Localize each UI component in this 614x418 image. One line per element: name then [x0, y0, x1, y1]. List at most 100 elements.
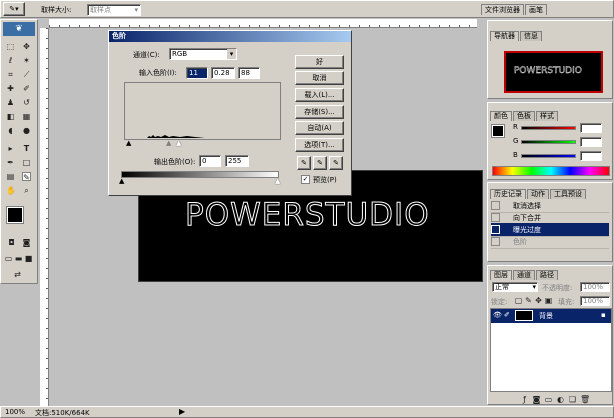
channel-g-slider[interactable] — [521, 140, 576, 144]
ok-button[interactable]: 好 — [295, 55, 344, 69]
sample-size-select[interactable]: 取样点 ▾ — [87, 4, 141, 16]
layers-panel-tabs: 图层 通道 路径 — [490, 270, 559, 280]
history-brush-source-icon[interactable] — [491, 201, 500, 210]
move-tool-icon[interactable]: ✥ — [22, 42, 31, 51]
foreground-color-swatch[interactable] — [6, 206, 24, 224]
blend-mode-select[interactable]: 正常 ▾ — [492, 282, 538, 292]
imageready-jump-icon[interactable]: ⇄ — [13, 270, 22, 279]
eyedropper-tool-icon[interactable]: ✎ — [22, 172, 31, 182]
screen-mode-standard-icon[interactable]: ▭ — [4, 254, 13, 263]
output-black-slider[interactable]: ▲ — [119, 178, 124, 185]
type-tool-icon[interactable]: T — [22, 144, 31, 153]
gamma-slider[interactable]: ▲ — [166, 140, 171, 147]
preview-checkbox[interactable]: ✓ — [301, 175, 310, 184]
channel-b-value[interactable] — [580, 151, 602, 161]
tab-swatches[interactable]: 色板 — [513, 111, 535, 121]
shape-tool-icon[interactable]: □ — [22, 158, 31, 167]
screen-mode-black-icon[interactable]: ■ — [24, 254, 33, 263]
lock-all-icon[interactable]: ▣ — [544, 296, 553, 305]
brush-tool-icon[interactable]: ✐ — [22, 84, 31, 93]
white-eyedropper-button[interactable]: ✎ — [329, 156, 343, 170]
black-point-slider[interactable]: ▲ — [126, 140, 131, 147]
tab-actions[interactable]: 动作 — [527, 189, 549, 199]
history-brush-source-icon[interactable] — [491, 237, 500, 246]
layer-mask-icon[interactable]: ◙ — [532, 395, 541, 404]
history-brush-tool-icon[interactable]: ↺ — [22, 98, 31, 107]
output-white-slider[interactable]: ▲ — [275, 178, 280, 185]
save-button[interactable]: 存储(S)... — [295, 105, 344, 119]
white-point-slider[interactable]: ▲ — [176, 140, 181, 147]
cancel-button[interactable]: 取消 — [295, 71, 344, 85]
zoom-tool-icon[interactable]: ⌕ — [22, 186, 31, 195]
path-select-tool-icon[interactable]: ▸ — [6, 144, 15, 153]
zoom-level[interactable]: 100% — [5, 408, 25, 416]
tab-file-browser[interactable]: 文件浏览器 — [481, 4, 524, 15]
lock-position-icon[interactable]: ✥ — [534, 296, 543, 305]
color-foreground-swatch[interactable] — [491, 124, 505, 138]
color-spectrum-bar[interactable] — [492, 166, 610, 176]
input-level-black[interactable]: 11 — [186, 67, 208, 79]
adjustment-layer-icon[interactable]: ◐ — [556, 395, 565, 404]
channel-r-value[interactable] — [580, 123, 602, 133]
tab-paths[interactable]: 路径 — [536, 270, 558, 280]
history-brush-source-icon[interactable] — [491, 225, 500, 234]
marquee-tool-icon[interactable]: ⬚ — [6, 42, 15, 51]
tab-layers[interactable]: 图层 — [490, 270, 512, 280]
pen-tool-icon[interactable]: ✒ — [6, 158, 15, 167]
lock-transparency-icon[interactable]: ▢ — [514, 296, 523, 305]
eraser-tool-icon[interactable]: ◧ — [6, 112, 15, 121]
history-brush-source-icon[interactable] — [491, 213, 500, 222]
notes-tool-icon[interactable]: ▤ — [6, 172, 15, 181]
tab-info[interactable]: 信息 — [520, 31, 542, 41]
crop-tool-icon[interactable]: ⌗ — [6, 70, 15, 79]
tab-color[interactable]: 颜色 — [490, 111, 512, 121]
tab-brushes[interactable]: 画笔 — [525, 4, 547, 15]
channel-b-slider[interactable] — [521, 154, 576, 158]
channel-r-slider[interactable] — [521, 126, 576, 130]
gray-eyedropper-button[interactable]: ✎ — [313, 156, 327, 170]
new-layer-icon[interactable]: ❏ — [568, 395, 577, 404]
channel-g-value[interactable] — [580, 137, 602, 147]
layer-row-background[interactable]: 👁 ✐ 背景 ▪ — [491, 309, 611, 323]
preview-label[interactable]: 预览(P) — [313, 175, 337, 185]
gradient-tool-icon[interactable]: ▦ — [22, 112, 31, 121]
input-level-white[interactable]: 88 — [238, 67, 260, 79]
levels-dialog-title[interactable]: 色阶 — [109, 31, 351, 42]
quick-mask-off-icon[interactable]: ◘ — [7, 238, 16, 247]
history-item-disabled[interactable]: 色阶 — [491, 235, 609, 249]
screen-mode-full-icon[interactable]: ▬ — [14, 254, 23, 263]
load-button[interactable]: 载入(L)... — [295, 88, 344, 102]
tab-channels[interactable]: 通道 — [513, 270, 535, 280]
output-level-white[interactable]: 255 — [225, 155, 249, 167]
lasso-tool-icon[interactable]: ℓ — [6, 56, 15, 65]
channel-select-box[interactable]: RGB ▾ — [169, 48, 237, 60]
magic-wand-tool-icon[interactable]: ✶ — [22, 56, 31, 65]
slice-tool-icon[interactable]: ⟋ — [22, 70, 31, 79]
status-arrow-icon[interactable]: ▶ — [179, 407, 185, 416]
layer-visibility-eye-icon[interactable]: 👁 — [493, 311, 502, 319]
black-eyedropper-button[interactable]: ✎ — [297, 156, 311, 170]
trash-icon[interactable]: 🗑 — [580, 395, 590, 404]
lock-image-icon[interactable]: ✎ — [524, 296, 533, 305]
blur-tool-icon[interactable]: ◖ — [6, 126, 15, 135]
tab-styles[interactable]: 样式 — [536, 111, 558, 121]
quick-mask-on-icon[interactable]: ◙ — [22, 238, 31, 247]
dodge-tool-icon[interactable]: ● — [22, 126, 31, 135]
navigator-preview[interactable]: POWERSTUDIO — [504, 51, 603, 93]
hand-tool-icon[interactable]: ✋ — [6, 186, 16, 195]
output-level-black[interactable]: 0 — [199, 155, 221, 167]
tab-history[interactable]: 历史记录 — [490, 189, 526, 199]
healing-tool-icon[interactable]: ✚ — [6, 84, 15, 93]
new-set-icon[interactable]: ▭ — [544, 395, 553, 404]
input-level-gamma[interactable]: 0.28 — [211, 67, 235, 79]
input-slider-track[interactable]: ▲ ▲ ▲ — [124, 140, 281, 148]
stamp-tool-icon[interactable]: ♟ — [6, 98, 15, 107]
tab-navigator[interactable]: 导航器 — [490, 31, 519, 41]
layer-style-icon[interactable]: ƒ — [520, 395, 529, 404]
options-button[interactable]: 选项(T)... — [295, 138, 344, 152]
auto-button[interactable]: 自动(A) — [295, 121, 344, 135]
fill-field[interactable]: 100% — [580, 296, 610, 306]
opacity-field[interactable]: 100% — [580, 282, 610, 292]
tab-tool-presets[interactable]: 工具预设 — [550, 189, 586, 199]
eyedropper-tool-preset[interactable]: ✎▾ — [3, 2, 25, 16]
